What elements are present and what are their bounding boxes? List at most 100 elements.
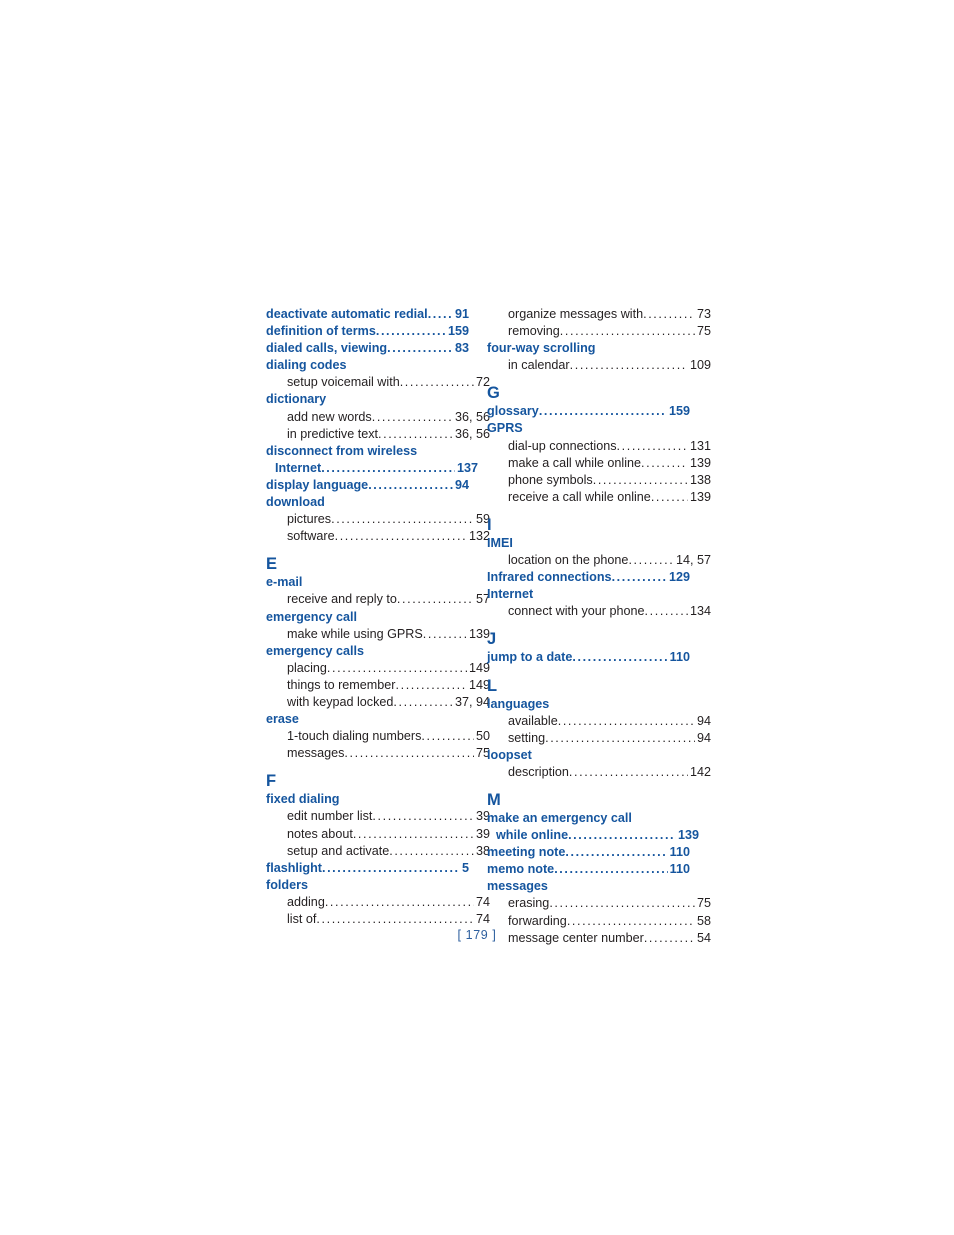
index-entry[interactable]: languages...............................… bbox=[487, 696, 690, 713]
entry-label: memo note bbox=[487, 862, 555, 877]
entry-page-number: 94 bbox=[696, 730, 711, 745]
entry-label: location on the phone bbox=[508, 553, 629, 568]
entry-label: things to remember bbox=[287, 677, 396, 692]
entry-label: make while using GPRS bbox=[287, 626, 423, 641]
index-entry[interactable]: dictionary..............................… bbox=[266, 391, 469, 408]
entry-label: deactivate automatic redial bbox=[266, 307, 428, 321]
index-subentry[interactable]: connect with your phone.................… bbox=[487, 603, 711, 620]
index-entry[interactable]: four-way scrolling......................… bbox=[487, 340, 690, 357]
entry-label: four-way scrolling bbox=[487, 341, 596, 356]
entry-label: notes about bbox=[287, 826, 353, 841]
index-entry[interactable]: fixed dialing...........................… bbox=[266, 791, 469, 808]
index-entry[interactable]: make an emergency call..................… bbox=[487, 810, 690, 827]
entry-page-number: 139 bbox=[677, 828, 699, 843]
index-entry[interactable]: definition of terms.....................… bbox=[266, 323, 469, 340]
entry-label: Internet bbox=[275, 460, 322, 475]
index-entry[interactable]: jump to a date..........................… bbox=[487, 649, 690, 666]
index-entry[interactable]: download................................… bbox=[266, 494, 469, 511]
index-subentry[interactable]: description.............................… bbox=[487, 764, 711, 781]
entry-label: Internet bbox=[487, 587, 534, 602]
dot-leader: ........................................… bbox=[641, 455, 688, 470]
entry-label: organize messages with bbox=[508, 307, 644, 321]
index-subentry[interactable]: add new words...........................… bbox=[266, 409, 490, 426]
index-subentry[interactable]: pictures................................… bbox=[266, 511, 490, 528]
index-subentry[interactable]: notes about.............................… bbox=[266, 826, 490, 843]
index-subentry[interactable]: phone symbols...........................… bbox=[487, 472, 711, 489]
index-entry[interactable]: emergency call..........................… bbox=[266, 609, 469, 626]
index-entry[interactable]: GPRS....................................… bbox=[487, 420, 690, 437]
index-entry[interactable]: glossary................................… bbox=[487, 403, 690, 420]
index-subentry[interactable]: in calendar.............................… bbox=[487, 357, 711, 374]
index-entry[interactable]: folders.................................… bbox=[266, 877, 469, 894]
index-entry[interactable]: disconnect from wireless................… bbox=[266, 443, 469, 460]
entry-page-number: 36, 56 bbox=[454, 409, 490, 424]
index-entry[interactable]: dialing codes...........................… bbox=[266, 357, 469, 374]
entry-label: definition of terms bbox=[266, 324, 376, 339]
entry-label: connect with your phone bbox=[508, 604, 645, 619]
index-subentry[interactable]: list of.................................… bbox=[266, 911, 490, 928]
index-entry[interactable]: e-mail..................................… bbox=[266, 574, 469, 591]
index-entry[interactable]: loopset.................................… bbox=[487, 747, 690, 764]
entry-label: dial-up connections bbox=[508, 438, 617, 453]
index-entry[interactable]: messages................................… bbox=[487, 878, 690, 895]
index-subentry[interactable]: software................................… bbox=[266, 528, 490, 545]
index-entry[interactable]: dialed calls, viewing...................… bbox=[266, 340, 469, 357]
index-subentry[interactable]: things to remember......................… bbox=[266, 677, 490, 694]
index-subentry[interactable]: make while using GPRS...................… bbox=[266, 626, 490, 643]
index-subentry[interactable]: adding..................................… bbox=[266, 894, 490, 911]
entry-page-number: 109 bbox=[689, 358, 711, 373]
entry-label: while online bbox=[496, 828, 569, 843]
entry-page-number: 129 bbox=[668, 570, 690, 585]
entry-label: in predictive text bbox=[287, 426, 378, 441]
index-entry[interactable]: Internet................................… bbox=[487, 586, 690, 603]
index-entry[interactable]: erase...................................… bbox=[266, 711, 469, 728]
dot-leader: ........................................… bbox=[326, 660, 467, 675]
dot-leader: ........................................… bbox=[611, 570, 667, 585]
dot-leader: ........................................… bbox=[375, 324, 446, 339]
entry-page-number: 139 bbox=[689, 489, 711, 504]
index-entry[interactable]: emergency calls.........................… bbox=[266, 643, 469, 660]
index-subentry[interactable]: setup voicemail with....................… bbox=[266, 374, 490, 391]
entry-label: adding bbox=[287, 894, 325, 909]
index-subentry[interactable]: location on the phone...................… bbox=[487, 552, 711, 569]
index-entry[interactable]: while online............................… bbox=[487, 827, 699, 844]
dot-leader: ........................................… bbox=[421, 729, 474, 744]
index-entry[interactable]: deactivate automatic redial.............… bbox=[266, 306, 469, 323]
index-subentry[interactable]: setting.................................… bbox=[487, 730, 711, 747]
index-entry[interactable]: Infrared connections....................… bbox=[487, 569, 690, 586]
entry-label: dictionary bbox=[266, 392, 327, 407]
entry-page-number: 94 bbox=[454, 477, 469, 492]
dot-leader: ........................................… bbox=[545, 730, 695, 745]
index-subentry[interactable]: placing.................................… bbox=[266, 660, 490, 677]
index-subentry[interactable]: removing................................… bbox=[487, 323, 711, 340]
index-subentry[interactable]: dial-up connections.....................… bbox=[487, 438, 711, 455]
index-subentry[interactable]: in predictive text......................… bbox=[266, 426, 490, 443]
index-subentry[interactable]: receive and reply to....................… bbox=[266, 591, 490, 608]
index-subentry[interactable]: edit number list........................… bbox=[266, 808, 490, 825]
dot-leader: ........................................… bbox=[344, 746, 474, 761]
index-subentry[interactable]: 1-touch dialing numbers.................… bbox=[266, 728, 490, 745]
index-subentry[interactable]: erasing.................................… bbox=[487, 895, 711, 912]
entry-page-number: 131 bbox=[689, 438, 711, 453]
index-subentry[interactable]: setup and activate......................… bbox=[266, 843, 490, 860]
index-subentry[interactable]: organize messages with..................… bbox=[487, 306, 711, 323]
index-section: Mmake an emergency call.................… bbox=[487, 791, 711, 947]
entry-label: folders bbox=[266, 877, 308, 892]
index-entry[interactable]: IMEI....................................… bbox=[487, 535, 690, 552]
index-entry[interactable]: flashlight..............................… bbox=[266, 860, 469, 877]
entry-label: emergency call bbox=[266, 609, 358, 624]
index-entry[interactable]: memo note...............................… bbox=[487, 861, 690, 878]
entry-page-number: 110 bbox=[669, 650, 690, 665]
index-subentry[interactable]: receive a call while online.............… bbox=[487, 489, 711, 506]
index-subentry[interactable]: available...............................… bbox=[487, 713, 711, 730]
index-entry[interactable]: Internet................................… bbox=[266, 460, 478, 477]
index-entry[interactable]: meeting note............................… bbox=[487, 844, 690, 861]
index-subentry[interactable]: with keypad locked......................… bbox=[266, 694, 490, 711]
dot-leader: ........................................… bbox=[331, 512, 474, 527]
index-subentry[interactable]: make a call while online................… bbox=[487, 455, 711, 472]
dot-leader: ........................................… bbox=[387, 341, 453, 356]
dot-leader: ........................................… bbox=[650, 489, 688, 504]
dot-leader: ........................................… bbox=[316, 912, 474, 926]
index-subentry[interactable]: messages................................… bbox=[266, 745, 490, 762]
index-entry[interactable]: display language........................… bbox=[266, 477, 469, 494]
